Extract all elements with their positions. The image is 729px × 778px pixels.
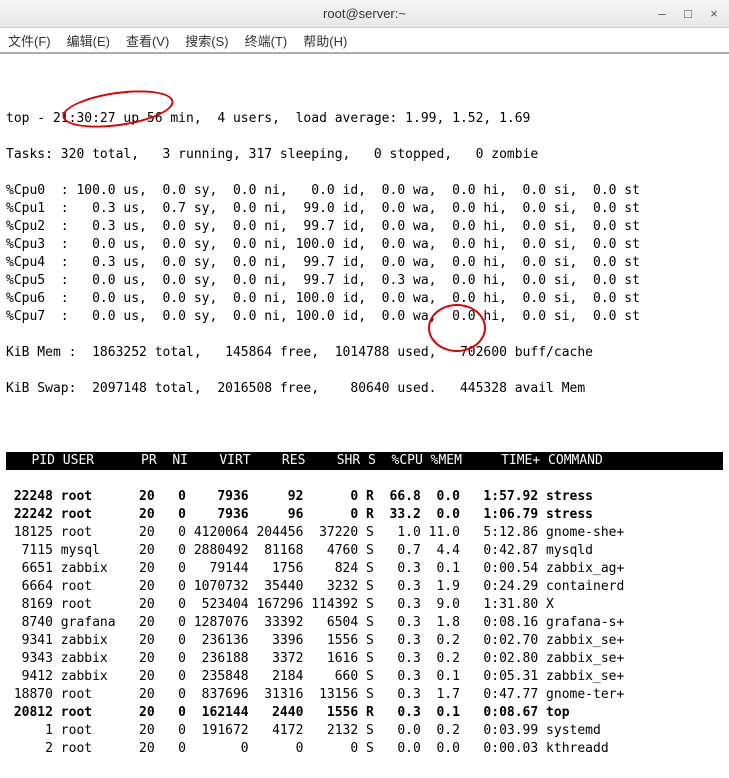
- process-row: 9341 zabbix 20 0 236136 3396 1556 S 0.3 …: [6, 632, 723, 650]
- process-row: 9343 zabbix 20 0 236188 3372 1616 S 0.3 …: [6, 650, 723, 668]
- top-uptime-line: top - 21:30:27 up 56 min, 4 users, load …: [6, 110, 723, 128]
- process-row: 2 root 20 0 0 0 0 S 0.0 0.0 0:00.03 kthr…: [6, 740, 723, 758]
- process-row: 9412 zabbix 20 0 235848 2184 660 S 0.3 0…: [6, 668, 723, 686]
- cpu-line: %Cpu4 : 0.3 us, 0.0 sy, 0.0 ni, 99.7 id,…: [6, 254, 723, 272]
- process-row: 20812 root 20 0 162144 2440 1556 R 0.3 0…: [6, 704, 723, 722]
- menu-bar: 文件(F) 编辑(E) 查看(V) 搜索(S) 终端(T) 帮助(H): [0, 28, 729, 54]
- cpu-line: %Cpu5 : 0.0 us, 0.0 sy, 0.0 ni, 99.7 id,…: [6, 272, 723, 290]
- window-titlebar: root@server:~ – □ ×: [0, 0, 729, 28]
- process-row: 8169 root 20 0 523404 167296 114392 S 0.…: [6, 596, 723, 614]
- menu-terminal[interactable]: 终端(T): [245, 31, 288, 50]
- process-row: 22248 root 20 0 7936 92 0 R 66.8 0.0 1:5…: [6, 488, 723, 506]
- cpu-lines: %Cpu0 : 100.0 us, 0.0 sy, 0.0 ni, 0.0 id…: [6, 182, 723, 326]
- cpu-line: %Cpu7 : 0.0 us, 0.0 sy, 0.0 ni, 100.0 id…: [6, 308, 723, 326]
- minimize-icon[interactable]: –: [655, 7, 669, 21]
- cpu-line: %Cpu3 : 0.0 us, 0.0 sy, 0.0 ni, 100.0 id…: [6, 236, 723, 254]
- cpu-line: %Cpu1 : 0.3 us, 0.7 sy, 0.0 ni, 99.0 id,…: [6, 200, 723, 218]
- maximize-icon[interactable]: □: [681, 7, 695, 21]
- top-tasks-line: Tasks: 320 total, 3 running, 317 sleepin…: [6, 146, 723, 164]
- process-row: 1 root 20 0 191672 4172 2132 S 0.0 0.2 0…: [6, 722, 723, 740]
- process-row: 18125 root 20 0 4120064 204456 37220 S 1…: [6, 524, 723, 542]
- process-row: 6664 root 20 0 1070732 35440 3232 S 0.3 …: [6, 578, 723, 596]
- menu-file[interactable]: 文件(F): [8, 31, 51, 50]
- cpu-line: %Cpu2 : 0.3 us, 0.0 sy, 0.0 ni, 99.7 id,…: [6, 218, 723, 236]
- menu-edit[interactable]: 编辑(E): [67, 31, 110, 50]
- window-title: root@server:~: [323, 6, 406, 21]
- swap-line: KiB Swap: 2097148 total, 2016508 free, 8…: [6, 380, 723, 398]
- menu-help[interactable]: 帮助(H): [303, 31, 347, 50]
- process-row: 18870 root 20 0 837696 31316 13156 S 0.3…: [6, 686, 723, 704]
- mem-line: KiB Mem : 1863252 total, 145864 free, 10…: [6, 344, 723, 362]
- process-row: 22242 root 20 0 7936 96 0 R 33.2 0.0 1:0…: [6, 506, 723, 524]
- close-icon[interactable]: ×: [707, 7, 721, 21]
- blank-line: [6, 416, 723, 434]
- menu-search[interactable]: 搜索(S): [185, 31, 228, 50]
- menu-view[interactable]: 查看(V): [126, 31, 169, 50]
- process-row: 7115 mysql 20 0 2880492 81168 4760 S 0.7…: [6, 542, 723, 560]
- process-list: 22248 root 20 0 7936 92 0 R 66.8 0.0 1:5…: [6, 488, 723, 758]
- terminal-output[interactable]: top - 21:30:27 up 56 min, 4 users, load …: [0, 54, 729, 778]
- process-row: 8740 grafana 20 0 1287076 33392 6504 S 0…: [6, 614, 723, 632]
- process-row: 6651 zabbix 20 0 79144 1756 824 S 0.3 0.…: [6, 560, 723, 578]
- cpu-line: %Cpu0 : 100.0 us, 0.0 sy, 0.0 ni, 0.0 id…: [6, 182, 723, 200]
- cpu-line: %Cpu6 : 0.0 us, 0.0 sy, 0.0 ni, 100.0 id…: [6, 290, 723, 308]
- process-header: PID USER PR NI VIRT RES SHR S %CPU %MEM …: [6, 452, 723, 470]
